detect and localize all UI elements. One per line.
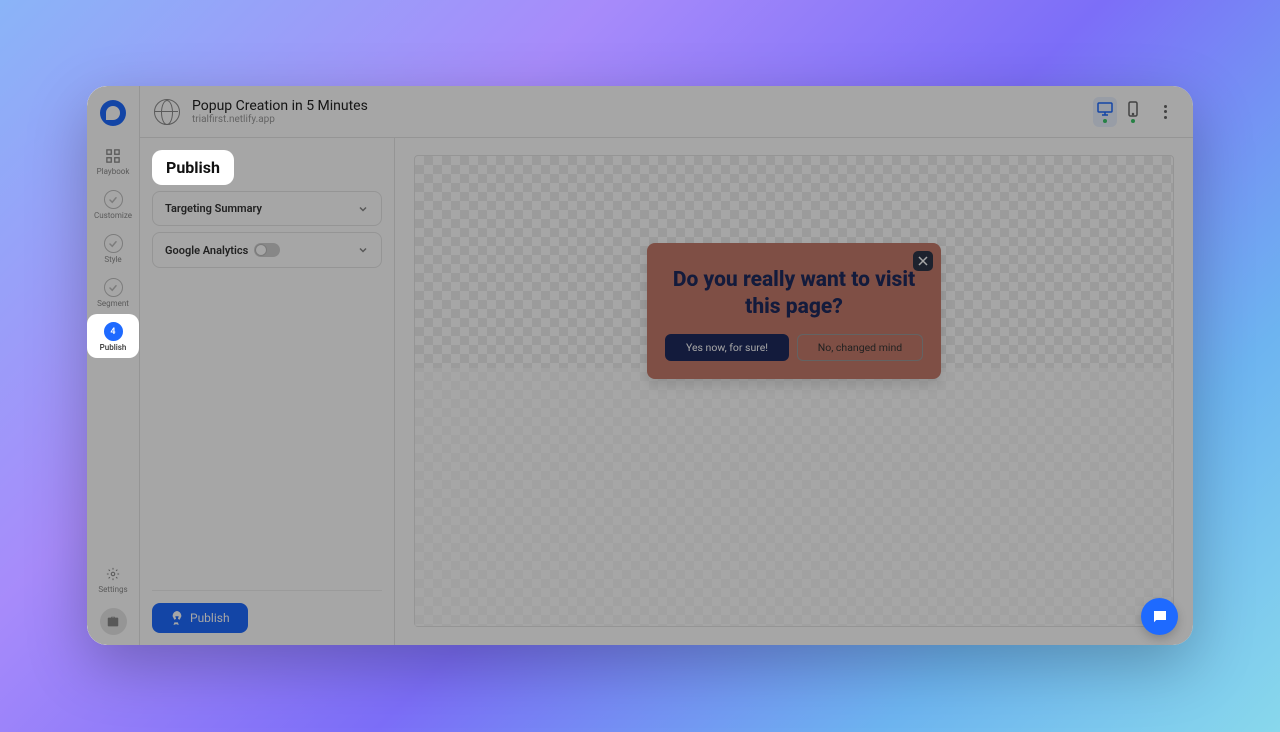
sidebar-item-style[interactable]: Style <box>87 226 140 270</box>
briefcase-icon <box>106 615 120 629</box>
popup-title: Do you really want to visit this page? <box>665 267 923 320</box>
mobile-icon <box>1125 101 1141 117</box>
panel: Publish Targeting Summary Google Analyti… <box>140 138 395 645</box>
grid-icon <box>104 146 123 165</box>
sidebar-item-label: Segment <box>97 299 129 308</box>
sidebar-item-playbook[interactable]: Playbook <box>87 138 140 182</box>
accordion-label: Targeting Summary <box>165 202 262 215</box>
logo-icon <box>106 106 120 120</box>
popup-buttons: Yes now, for sure! No, changed mind <box>665 334 923 361</box>
desktop-icon <box>1097 101 1113 117</box>
page-subtitle: trialfirst.netlify.app <box>192 114 368 125</box>
popup-preview[interactable]: Do you really want to visit this page? Y… <box>647 243 941 379</box>
accordion-targeting[interactable]: Targeting Summary <box>152 191 382 226</box>
sidebar-item-label: Style <box>104 255 121 264</box>
publish-button[interactable]: Publish <box>152 603 248 633</box>
main: Popup Creation in 5 Minutes trialfirst.n… <box>140 86 1193 645</box>
canvas-inner[interactable]: Do you really want to visit this page? Y… <box>414 155 1174 627</box>
panel-title: Publish <box>152 150 234 185</box>
sidebar-item-label: Publish <box>100 343 127 352</box>
app-window: Playbook Customize Style Segment 4 Publi… <box>87 86 1193 645</box>
header: Popup Creation in 5 Minutes trialfirst.n… <box>140 86 1193 138</box>
sidebar-item-label: Playbook <box>97 167 130 176</box>
device-mobile-button[interactable] <box>1121 97 1145 127</box>
title-block: Popup Creation in 5 Minutes trialfirst.n… <box>192 98 368 125</box>
sidebar-item-segment[interactable]: Segment <box>87 270 140 314</box>
popup-close-button[interactable] <box>913 251 933 271</box>
chevron-down-icon <box>357 203 369 215</box>
chat-icon <box>1151 608 1169 626</box>
popup-secondary-button[interactable]: No, changed mind <box>797 334 923 361</box>
sidebar-item-customize[interactable]: Customize <box>87 182 140 226</box>
chevron-down-icon <box>357 244 369 256</box>
popup-primary-button[interactable]: Yes now, for sure! <box>665 334 789 361</box>
sidebar: Playbook Customize Style Segment 4 Publi… <box>87 86 140 645</box>
gear-icon <box>104 564 123 583</box>
check-circle-icon <box>104 278 123 297</box>
more-menu-button[interactable] <box>1153 100 1177 124</box>
close-icon <box>918 256 928 266</box>
content-row: Publish Targeting Summary Google Analyti… <box>140 138 1193 645</box>
sidebar-bottom: Settings <box>87 556 139 645</box>
check-circle-icon <box>104 234 123 253</box>
status-dot <box>1103 119 1107 123</box>
canvas: Do you really want to visit this page? Y… <box>395 138 1193 645</box>
panel-footer: Publish <box>152 590 382 633</box>
sidebar-item-label: Settings <box>98 585 127 594</box>
sidebar-item-label: Customize <box>94 211 132 220</box>
step-number-icon: 4 <box>104 322 123 341</box>
publish-button-label: Publish <box>190 611 230 625</box>
chat-fab[interactable] <box>1141 598 1178 635</box>
check-circle-icon <box>104 190 123 209</box>
device-desktop-button[interactable] <box>1093 97 1117 127</box>
app-logo[interactable] <box>100 100 126 126</box>
accordion-label: Google Analytics <box>165 244 248 257</box>
rocket-icon <box>170 611 184 625</box>
sidebar-item-settings[interactable]: Settings <box>87 556 140 600</box>
accordion-google-analytics[interactable]: Google Analytics <box>152 232 382 268</box>
sidebar-item-publish[interactable]: 4 Publish <box>87 314 139 358</box>
dots-vertical-icon <box>1164 105 1167 119</box>
toggle-google-analytics[interactable] <box>254 243 280 257</box>
step-number: 4 <box>110 327 115 337</box>
page-title: Popup Creation in 5 Minutes <box>192 98 368 114</box>
globe-icon <box>154 99 180 125</box>
header-right <box>1093 97 1177 127</box>
status-dot <box>1131 119 1135 123</box>
briefcase-button[interactable] <box>100 608 127 635</box>
